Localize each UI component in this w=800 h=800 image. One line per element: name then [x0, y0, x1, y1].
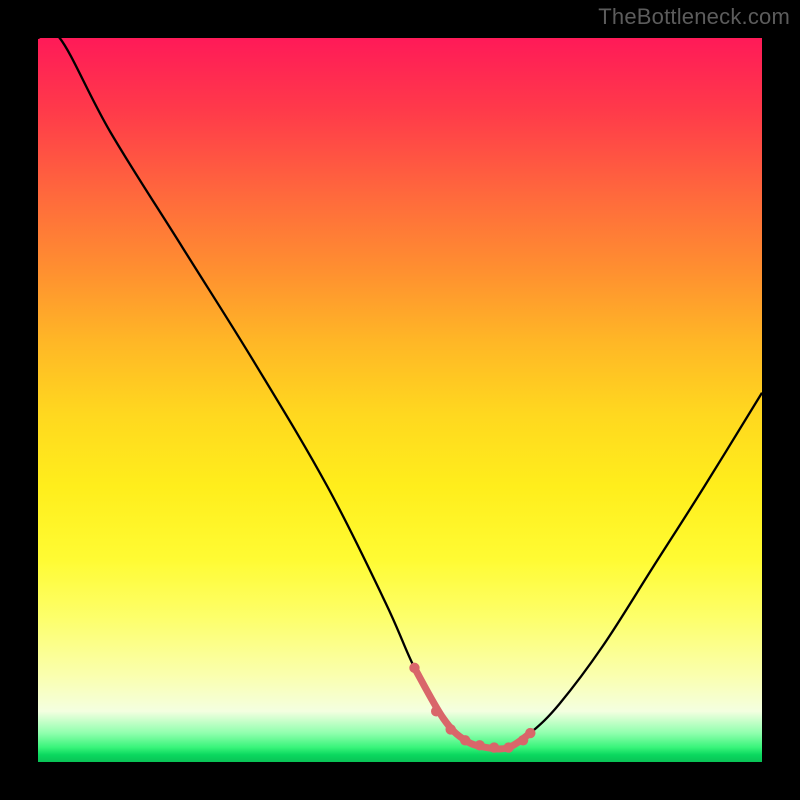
- highlight-dot: [431, 706, 441, 716]
- highlight-dot: [503, 742, 513, 752]
- plot-area: [38, 38, 762, 762]
- bottleneck-curve: [38, 30, 762, 749]
- highlight-segment: [414, 668, 530, 749]
- highlight-dot: [409, 663, 419, 673]
- watermark-text: TheBottleneck.com: [598, 4, 790, 30]
- curve-layer: [38, 38, 762, 762]
- highlight-dot: [525, 728, 535, 738]
- highlight-dot: [445, 724, 455, 734]
- chart-frame: TheBottleneck.com: [0, 0, 800, 800]
- highlight-dot: [489, 742, 499, 752]
- highlight-dot: [474, 740, 484, 750]
- highlight-dot: [460, 735, 470, 745]
